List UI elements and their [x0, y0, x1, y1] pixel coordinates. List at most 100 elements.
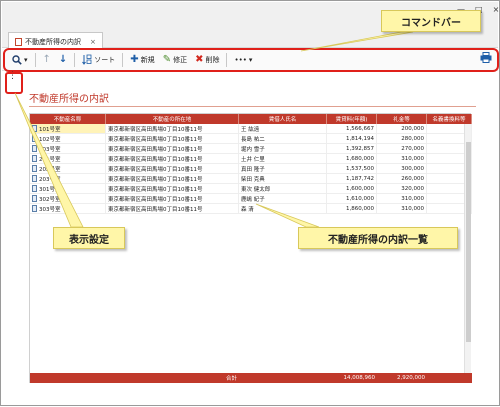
cell-rent: 1,610,000 [327, 194, 377, 203]
callout-command-bar: コマンドバー [381, 10, 481, 32]
cell-tenant-text: 土井 仁里 [241, 156, 265, 163]
header-property-name[interactable]: 不動産名称 [30, 114, 106, 124]
document-icon [32, 195, 37, 202]
cell-key-money: 270,000 [377, 144, 427, 153]
total-label: 合計 [225, 376, 237, 382]
table-row[interactable]: 101号室 東京都新宿区高田馬場0丁目10番11号 王 紘遠 1,566,667 200… [30, 124, 472, 134]
grid-header: 不動産名称 不動産の所在地 賃借人氏名 賃貸料(年額) 礼金等 名義書換料等 [30, 114, 472, 124]
cell-key-money: 310,000 [377, 204, 427, 213]
cell-rent-text: 1,680,000 [346, 155, 374, 162]
vertical-scrollbar[interactable] [464, 124, 471, 373]
cell-rent: 1,187,742 [327, 174, 377, 183]
tab-real-estate-income[interactable]: 不動産所得の内訳 × [8, 32, 103, 49]
sort-button[interactable]: ソート [78, 52, 119, 68]
cell-tenant: 長島 祐二 [239, 134, 327, 143]
cell-rent: 1,680,000 [327, 154, 377, 163]
cell-rent: 1,392,857 [327, 144, 377, 153]
more-dropdown-icon: ▾ [248, 55, 253, 64]
arrow-down-icon: ↓ [58, 53, 68, 65]
cell-rent: 1,566,667 [327, 124, 377, 133]
move-down-button[interactable]: ↓ [55, 52, 71, 68]
cell-property-name-text: 101号室 [39, 126, 61, 133]
cell-address: 東京都新宿区高田馬場0丁目10番11号 [106, 164, 239, 173]
edit-button[interactable]: ✎ 修正 [159, 52, 191, 68]
cell-property-name: 203号室 [30, 174, 106, 183]
cell-rent: 1,600,000 [327, 184, 377, 193]
cell-tenant-text: 王 紘遠 [241, 126, 260, 133]
cell-property-name-text: 201号室 [39, 156, 61, 163]
cell-tenant: 真田 隆子 [239, 164, 327, 173]
close-window-button[interactable]: × [493, 5, 500, 14]
cell-tenant-text: 長島 祐二 [241, 136, 265, 143]
cell-property-name: 202号室 [30, 164, 106, 173]
cell-property-name: 102号室 [30, 134, 106, 143]
header-address[interactable]: 不動産の所在地 [106, 114, 239, 124]
cell-rent-text: 1,187,742 [346, 175, 374, 182]
table-row[interactable]: 103号室 東京都新宿区高田馬場0丁目10番11号 堀内 雪子 1,392,857 27… [30, 144, 472, 154]
document-icon [32, 125, 37, 132]
table-row[interactable]: 301号室 東京都新宿区高田馬場0丁目10番11号 東次 健太郎 1,600,000 3… [30, 184, 472, 194]
toolbar-divider [226, 52, 228, 67]
cell-address-text: 東京都新宿区高田馬場0丁目10番11号 [108, 206, 203, 213]
table-row[interactable]: 202号室 東京都新宿区高田馬場0丁目10番11号 真田 隆子 1,537,500 30… [30, 164, 472, 174]
more-button[interactable]: ••• ▾ [230, 52, 256, 68]
cell-tenant: 森 清 [239, 204, 327, 213]
toolbar-divider [122, 52, 124, 67]
callout-income-list: 不動産所得の内訳一覧 [298, 227, 458, 249]
search-button[interactable]: ▾ [8, 52, 32, 68]
cell-property-name: 103号室 [30, 144, 106, 153]
cell-key-money-text: 310,000 [401, 205, 424, 212]
table-row[interactable]: 102号室 東京都新宿区高田馬場0丁目10番11号 長島 祐二 1,814,194 28… [30, 134, 472, 144]
cell-tenant: 東次 健太郎 [239, 184, 327, 193]
cell-property-name: 303号室 [30, 204, 106, 213]
document-icon [32, 185, 37, 192]
table-row[interactable]: 303号室 東京都新宿区高田馬場0丁目10番11号 森 清 1,860,000 310,… [30, 204, 472, 214]
sort-label: ソート [94, 55, 116, 64]
header-tenant[interactable]: 賃借人氏名 [239, 114, 327, 124]
cell-tenant-text: 柴田 克典 [241, 176, 265, 183]
key-money-total: 2,920,000 [397, 375, 425, 381]
header-rent[interactable]: 賃貸料(年額) [327, 114, 377, 124]
cell-key-money-text: 270,000 [401, 145, 424, 152]
cell-address: 東京都新宿区高田馬場0丁目10番11号 [106, 174, 239, 183]
cell-rent-text: 1,610,000 [346, 195, 374, 202]
cell-address: 東京都新宿区高田馬場0丁目10番11号 [106, 194, 239, 203]
cell-address: 東京都新宿区高田馬場0丁目10番11号 [106, 124, 239, 133]
display-settings-button[interactable]: ⋮ [8, 72, 17, 81]
rent-total: 14,008,960 [343, 375, 376, 381]
toolbar-divider [74, 52, 76, 67]
search-dropdown-icon[interactable]: ▾ [24, 56, 28, 64]
document-icon [15, 38, 22, 46]
printer-icon[interactable] [480, 52, 492, 63]
cell-address-text: 東京都新宿区高田馬場0丁目10番11号 [108, 186, 203, 193]
cell-tenant: 柴田 克典 [239, 174, 327, 183]
document-icon [32, 135, 37, 142]
header-key-money[interactable]: 礼金等 [377, 114, 427, 124]
table-row[interactable]: 302号室 東京都新宿区高田馬場0丁目10番11号 鹿嶋 紀子 1,610,000 31… [30, 194, 472, 204]
scrollbar-thumb[interactable] [466, 142, 471, 342]
cell-property-name-text: 103号室 [39, 146, 61, 153]
cell-rent-text: 1,814,194 [346, 135, 374, 142]
table-row[interactable]: 203号室 東京都新宿区高田馬場0丁目10番11号 柴田 克典 1,187,742 26… [30, 174, 472, 184]
cell-rent-text: 1,600,000 [346, 185, 374, 192]
tab-close-icon[interactable]: × [90, 38, 96, 46]
cell-key-money-text: 260,000 [401, 175, 424, 182]
table-row[interactable]: 201号室 東京都新宿区高田馬場0丁目10番11号 土井 仁里 1,680,000 31… [30, 154, 472, 164]
cell-address: 東京都新宿区高田馬場0丁目10番11号 [106, 184, 239, 193]
new-button[interactable]: ✚ 新規 [126, 52, 158, 68]
app-window: — □ × 不動産所得の内訳 × ▾ ↑ ↓ [0, 0, 500, 406]
cell-tenant-text: 堀内 雪子 [241, 146, 265, 153]
cell-property-name-text: 302号室 [39, 196, 61, 203]
toolbar-divider [34, 52, 36, 67]
new-label: 新規 [140, 55, 155, 64]
cell-key-money-text: 310,000 [401, 155, 424, 162]
header-renewal-fee[interactable]: 名義書換料等 [427, 114, 472, 124]
more-icon: ••• [234, 55, 247, 64]
cell-rent-text: 1,537,500 [346, 165, 374, 172]
document-icon [32, 205, 37, 212]
delete-button[interactable]: ✖ 削除 [191, 52, 223, 68]
search-icon [12, 54, 22, 65]
cell-property-name: 302号室 [30, 194, 106, 203]
callout-display-settings: 表示設定 [53, 227, 125, 249]
move-up-button[interactable]: ↑ [39, 52, 55, 68]
